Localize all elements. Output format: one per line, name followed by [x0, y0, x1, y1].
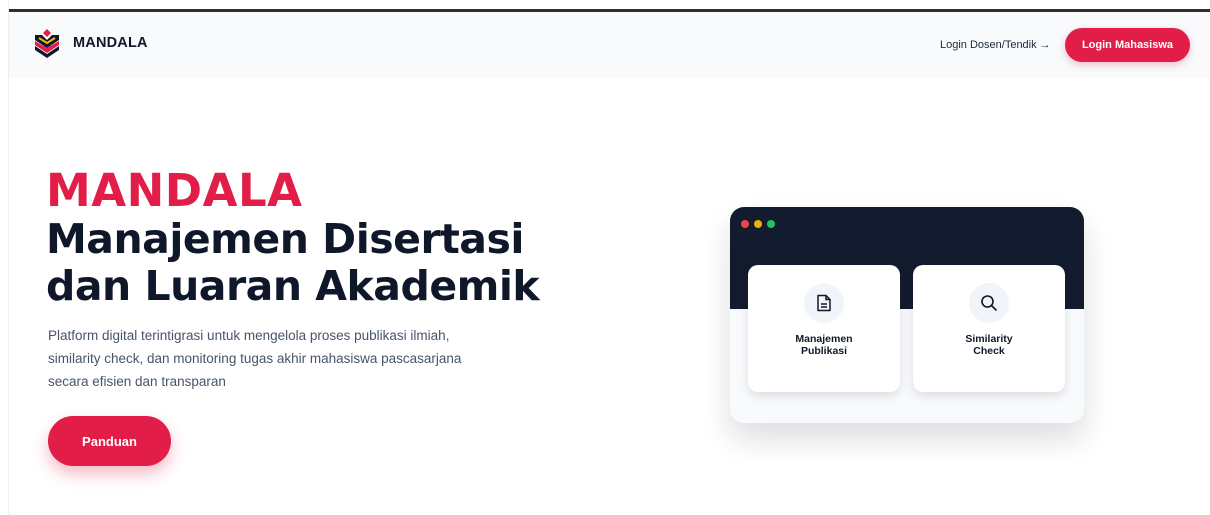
login-mahasiswa-button[interactable]: Login Mahasiswa — [1065, 28, 1190, 62]
brand[interactable]: MANDALA — [33, 27, 148, 59]
app-preview-window: Manajemen Publikasi Similarity Check — [730, 207, 1084, 423]
feature-card-label-line: Manajemen — [795, 333, 853, 345]
hero-title: MANDALA — [46, 164, 303, 217]
login-dosen-tendik-link[interactable]: Login Dosen/Tendik → — [940, 39, 1051, 51]
feature-card-label: Manajemen Publikasi — [748, 333, 900, 357]
window-close-dot — [741, 220, 749, 228]
hero-description-line: secara efisien dan transparan — [48, 374, 226, 389]
left-border — [0, 0, 9, 515]
feature-card-label-line: Publikasi — [800, 345, 848, 357]
panduan-button[interactable]: Panduan — [48, 416, 171, 466]
mandala-logo-icon — [35, 29, 59, 58]
feature-card-label-line: Check — [973, 345, 1005, 357]
hero-description-line: Platform digital terintigrasi untuk meng… — [48, 328, 450, 343]
navbar: MANDALA Login Dosen/Tendik → Login Mahas… — [9, 12, 1210, 78]
feature-card-similarity-check[interactable]: Similarity Check — [913, 265, 1065, 392]
window-minimize-dot — [754, 220, 762, 228]
hero-subtitle-line1: Manajemen Disertasi — [46, 215, 524, 263]
feature-card-label: Similarity Check — [913, 333, 1065, 357]
search-icon — [969, 283, 1009, 323]
hero-subtitle-line2: dan Luaran Akademik — [46, 262, 540, 310]
feature-card-manajemen-publikasi[interactable]: Manajemen Publikasi — [748, 265, 900, 392]
hero-description-line: similarity check, dan monitoring tugas a… — [48, 351, 462, 366]
hero-description: Platform digital terintigrasi untuk meng… — [48, 324, 528, 393]
document-icon — [804, 283, 844, 323]
brand-name: MANDALA — [73, 35, 148, 51]
feature-card-label-line: Similarity — [965, 333, 1013, 345]
window-maximize-dot — [767, 220, 775, 228]
